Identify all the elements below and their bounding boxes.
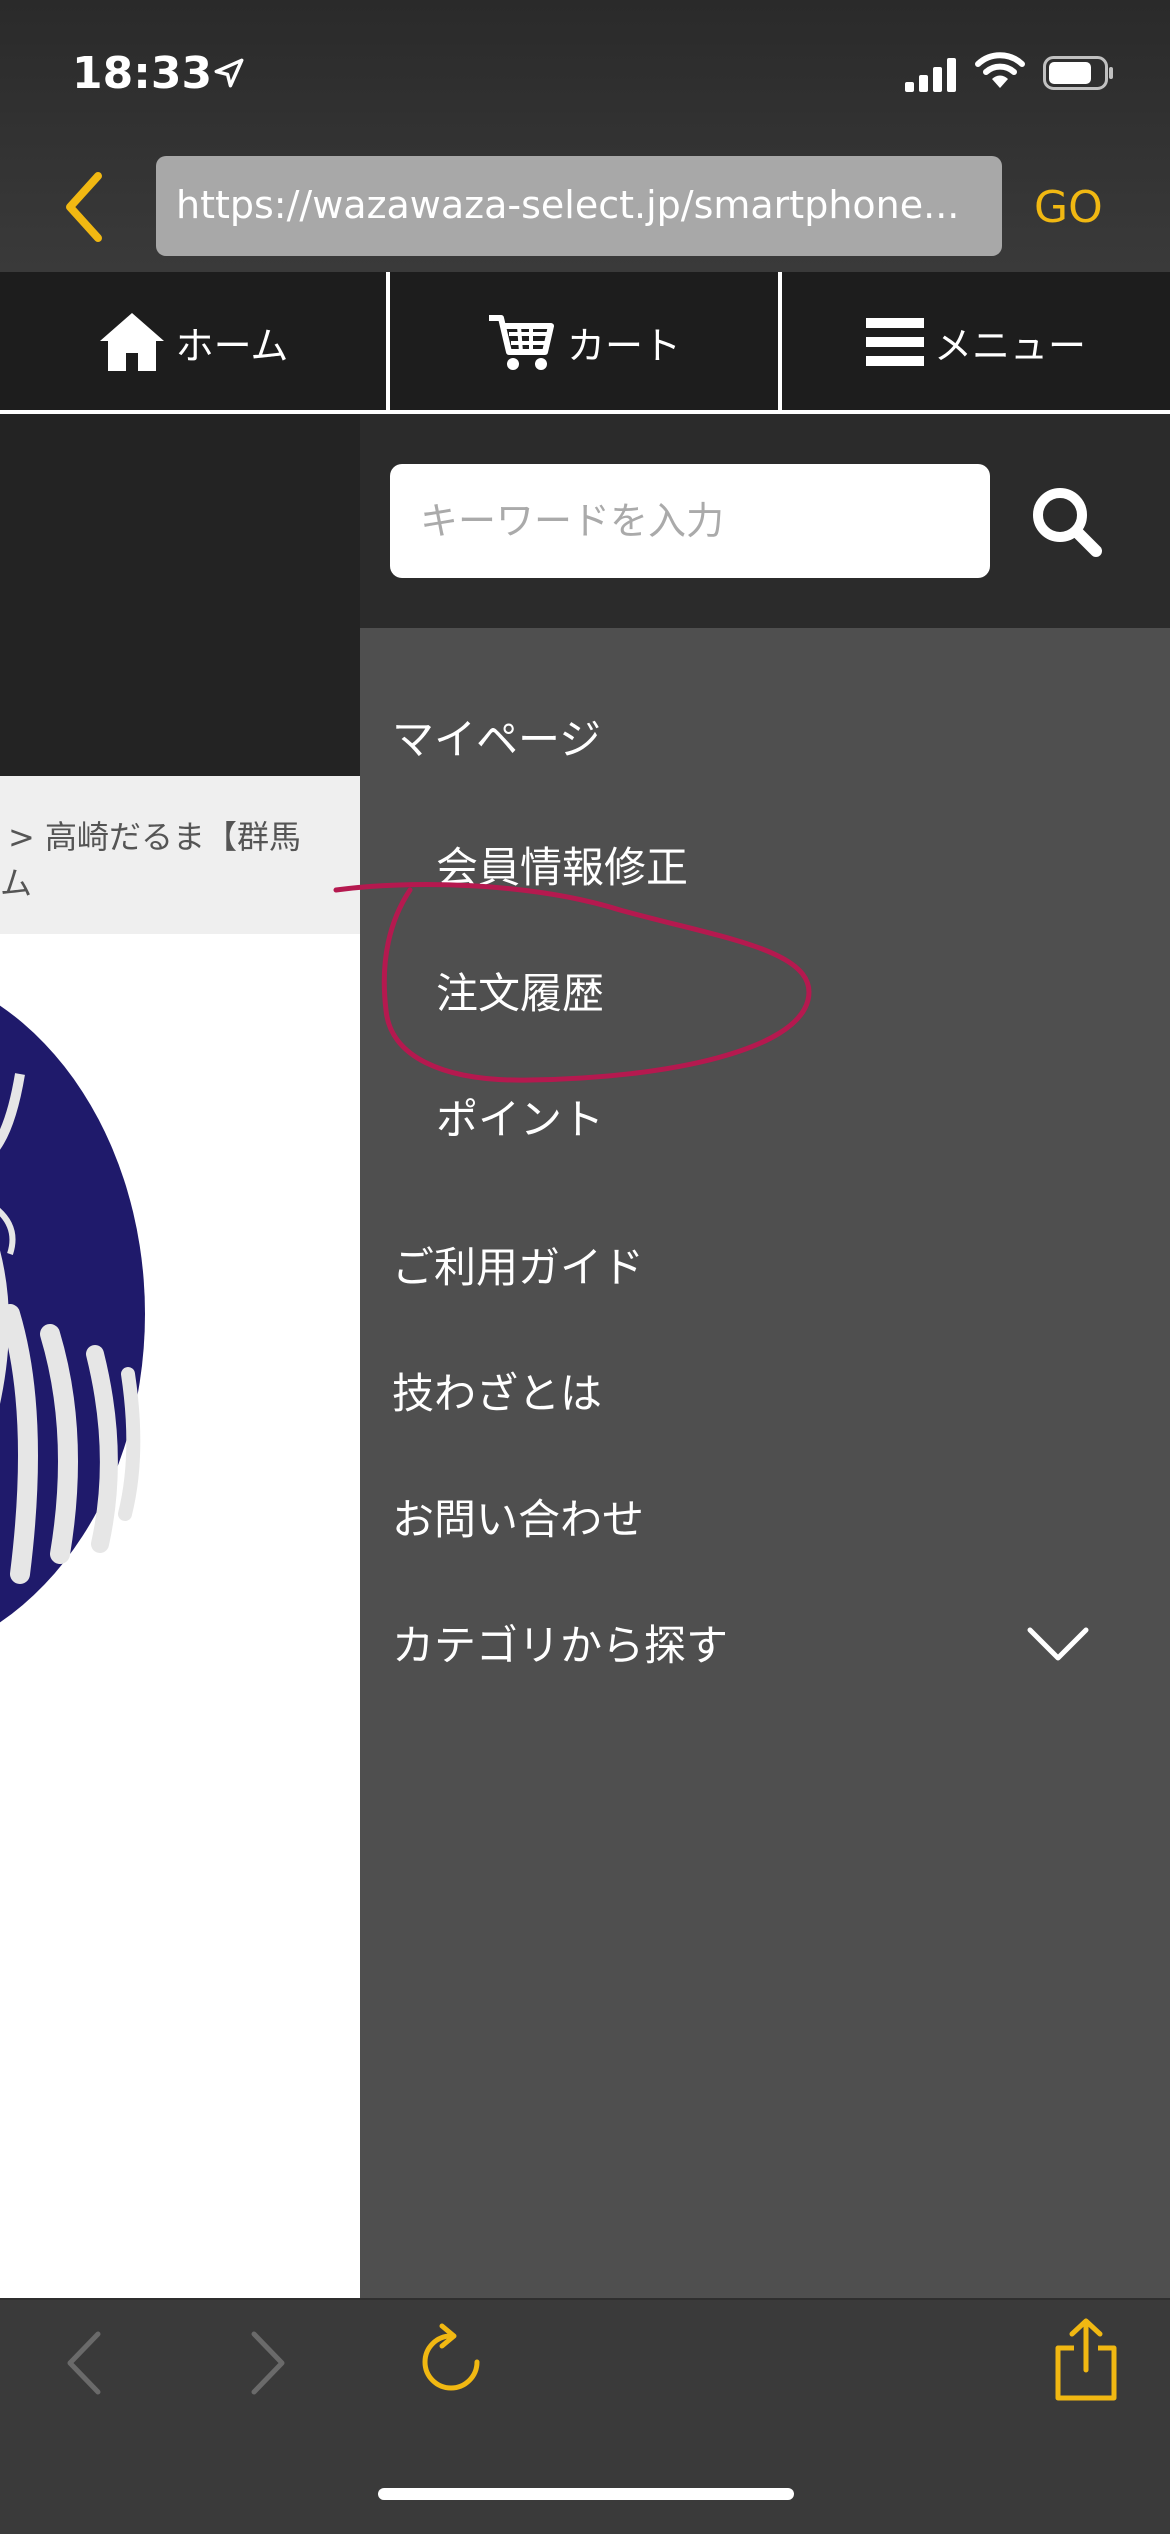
product-image[interactable] bbox=[0, 934, 360, 2298]
chevron-down-icon[interactable] bbox=[1026, 1626, 1090, 1662]
reload-icon[interactable] bbox=[416, 2322, 486, 2398]
annotation-circle bbox=[333, 882, 812, 1083]
menu-item-category[interactable]: カテゴリから探す bbox=[392, 1612, 728, 1673]
url-text: https://wazawaza-select.jp/smartphone... bbox=[176, 183, 960, 227]
tab-home[interactable]: ホーム bbox=[0, 272, 386, 412]
go-button[interactable]: GO bbox=[1034, 182, 1103, 233]
location-arrow-icon bbox=[214, 58, 244, 88]
menu-item-about[interactable]: 技わざとは bbox=[392, 1360, 602, 1421]
breadcrumb-text[interactable]: > 高崎だるま【群馬 bbox=[8, 812, 301, 858]
tab-menu-label: メニュー bbox=[933, 323, 1086, 368]
browser-back-icon[interactable] bbox=[62, 172, 106, 242]
tab-cart[interactable]: カート bbox=[390, 272, 778, 412]
home-indicator bbox=[378, 2488, 794, 2500]
daruma-image bbox=[0, 1005, 145, 1623]
menu-item-contact[interactable]: お問い合わせ bbox=[392, 1486, 644, 1547]
breadcrumb-text: ム bbox=[0, 864, 33, 902]
tab-menu[interactable]: メニュー bbox=[782, 272, 1170, 412]
share-icon[interactable] bbox=[1052, 2318, 1120, 2402]
tab-cart-label: カート bbox=[566, 323, 681, 368]
status-time: 18:33 bbox=[72, 48, 213, 99]
tab-home-label: ホーム bbox=[175, 323, 289, 368]
battery-icon bbox=[1043, 56, 1113, 90]
browser-back-icon[interactable] bbox=[64, 2330, 104, 2396]
home-icon bbox=[99, 313, 164, 371]
search-icon[interactable] bbox=[1030, 485, 1102, 557]
menu-item-guide[interactable]: ご利用ガイド bbox=[392, 1234, 644, 1295]
browser-forward-icon[interactable] bbox=[248, 2330, 288, 2396]
menu-item-mypage[interactable]: マイページ bbox=[392, 706, 601, 767]
cellular-signal-icon bbox=[905, 58, 956, 92]
page-banner bbox=[0, 414, 360, 776]
search-input[interactable] bbox=[390, 464, 990, 578]
cart-icon bbox=[488, 315, 554, 370]
wifi-icon bbox=[975, 52, 1025, 88]
hamburger-menu-icon bbox=[865, 318, 924, 366]
